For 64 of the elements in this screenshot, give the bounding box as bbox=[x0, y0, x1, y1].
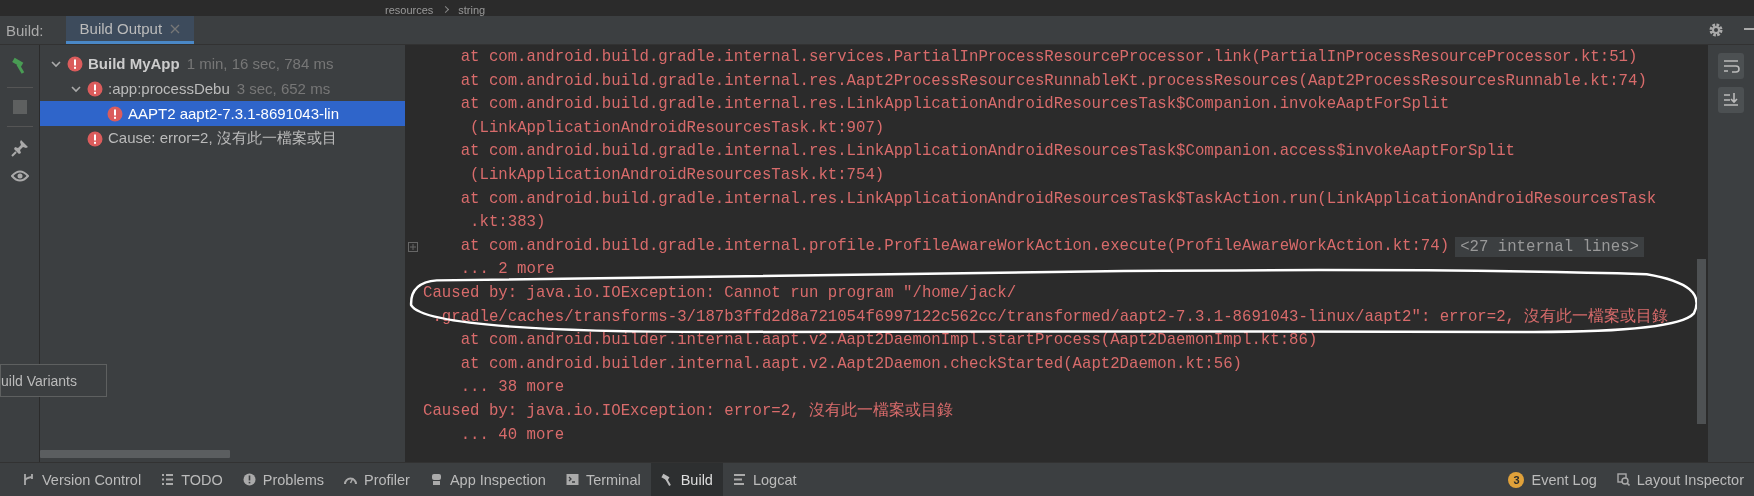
breadcrumb-item[interactable]: string bbox=[458, 4, 486, 16]
tool-window-button[interactable]: TODO bbox=[151, 463, 233, 496]
tool-window-button[interactable]: Terminal bbox=[555, 463, 651, 496]
tree-label: :app:processDebu bbox=[108, 80, 230, 97]
error-icon bbox=[87, 130, 103, 147]
tree-label: AAPT2 aapt2-7.3.1-8691043-lin bbox=[128, 105, 339, 122]
console-line: at com.android.build.gradle.internal.res.LinkApplicationAndroidResourcesTask$TaskAction.run(LinkApplicationAndroidResourcesTask bbox=[460, 188, 1657, 210]
console-line: at com.android.build.gradle.internal.res.Aapt2ProcessResourcesRunnableKt.processResources(Aapt2ProcessResourcesRunnable.kt:74) bbox=[460, 70, 1647, 92]
console-line: at com.android.builder.internal.aapt.v2.Aapt2Daemon.checkStarted(Aapt2Daemon.kt:56) bbox=[460, 353, 1242, 375]
tab[interactable]: Build Output bbox=[65, 16, 195, 44]
fold-icon[interactable] bbox=[408, 241, 418, 252]
console-line: Caused by: java.io.IOException: Cannot run program "/home/jack/ bbox=[423, 282, 1017, 304]
scrollbar[interactable] bbox=[40, 450, 230, 458]
tree-row[interactable]: Cause: error=2, 沒有此一檔案或目 bbox=[40, 126, 405, 151]
scrollbar[interactable] bbox=[1697, 259, 1706, 424]
build-time: 1 min, 16 sec, 784 ms bbox=[186, 55, 334, 72]
eye-icon[interactable] bbox=[10, 169, 29, 183]
pin-icon[interactable] bbox=[10, 139, 29, 157]
tool-window-button[interactable]: 3 Event Log bbox=[1498, 463, 1607, 496]
scroll-to-end-icon[interactable] bbox=[1718, 87, 1744, 113]
build-time: 3 sec, 652 ms bbox=[236, 80, 331, 97]
console-line: Caused by: java.io.IOException: error=2, 沒有此一檔案或目錄 bbox=[423, 400, 953, 422]
console-line: ... 38 more bbox=[460, 377, 565, 399]
console-line: (LinkApplicationAndroidResourcesTask.kt:907) bbox=[470, 117, 885, 139]
console-line: ... 2 more bbox=[460, 259, 555, 281]
console-line: at com.android.build.gradle.internal.profile.ProfileAwareWorkAction.execute(ProfileAwareWorkAction.kt:74) bbox=[460, 235, 1450, 257]
soft-wrap-icon[interactable] bbox=[1718, 53, 1744, 79]
tree-row[interactable]: AAPT2 aapt2-7.3.1-8691043-lin bbox=[40, 101, 405, 126]
console-line: at com.android.build.gradle.internal.res.LinkApplicationAndroidResourcesTask$Companion.invokeAaptForSplit bbox=[460, 94, 1450, 116]
tool-window-button[interactable]: Logcat bbox=[722, 463, 807, 496]
tool-window-button[interactable]: Layout Inspector bbox=[1606, 463, 1754, 496]
warning-icon bbox=[242, 473, 256, 486]
console-line: .kt:383) bbox=[470, 212, 546, 234]
terminal-icon bbox=[565, 473, 579, 486]
close-icon[interactable] bbox=[170, 23, 181, 34]
settings-icon[interactable] bbox=[1708, 22, 1724, 38]
tree-label: Build MyApp bbox=[88, 55, 180, 72]
tooltip: uild Variants bbox=[0, 364, 107, 397]
console-line: ... 40 more bbox=[460, 424, 565, 446]
console-line: at com.android.builder.internal.aapt.v2.Aapt2DaemonImpl.startProcess(Aapt2DaemonImpl.kt:86) bbox=[460, 330, 1318, 352]
console-line: .gradle/caches/transforms-3/187b3ffd2d8a721054f6997122c562cc/transformed/aapt2-7.3.1-8691043-linux/aapt2": error=2, 沒有此一檔案或目錄 bbox=[432, 306, 1669, 328]
tree-label: Cause: error=2, 沒有此一檔案或目 bbox=[108, 129, 337, 148]
breadcrumb-item[interactable]: resources bbox=[385, 4, 434, 16]
tool-window-button[interactable]: App Inspection bbox=[419, 463, 556, 496]
folded-lines-badge[interactable]: <27 internal lines> bbox=[1455, 236, 1644, 257]
tool-window-label: Build: bbox=[6, 21, 44, 39]
error-icon bbox=[87, 80, 103, 97]
tree-row[interactable]: :app:processDebu 3 sec, 652 ms bbox=[40, 76, 405, 101]
tool-window-button[interactable]: Version Control bbox=[12, 463, 152, 496]
tool-window-button[interactable]: Problems bbox=[232, 463, 334, 496]
tool-window-button[interactable]: Build bbox=[650, 463, 723, 496]
hammer-icon bbox=[660, 473, 674, 486]
magnifier-icon bbox=[1616, 473, 1630, 486]
tool-window-button[interactable]: Profiler bbox=[334, 463, 420, 496]
error-icon bbox=[107, 105, 123, 122]
error-icon bbox=[67, 55, 83, 72]
console-line: at com.android.build.gradle.internal.res.LinkApplicationAndroidResourcesTask$Companion.access$invokeAaptForSplit bbox=[460, 141, 1515, 163]
lines-icon bbox=[732, 473, 746, 486]
tree-row[interactable]: Build MyApp 1 min, 16 sec, 784 ms bbox=[40, 51, 405, 76]
notification-badge: 3 bbox=[1508, 471, 1525, 488]
minimize-icon[interactable] bbox=[1744, 28, 1754, 32]
console-line: (LinkApplicationAndroidResourcesTask.kt:754) bbox=[470, 164, 885, 186]
list-icon bbox=[161, 473, 175, 486]
console-line: at com.android.build.gradle.internal.services.PartialInProcessResourceProcessor.link(PartialInProcessResourceProcessor.kt:51) bbox=[460, 47, 1638, 68]
